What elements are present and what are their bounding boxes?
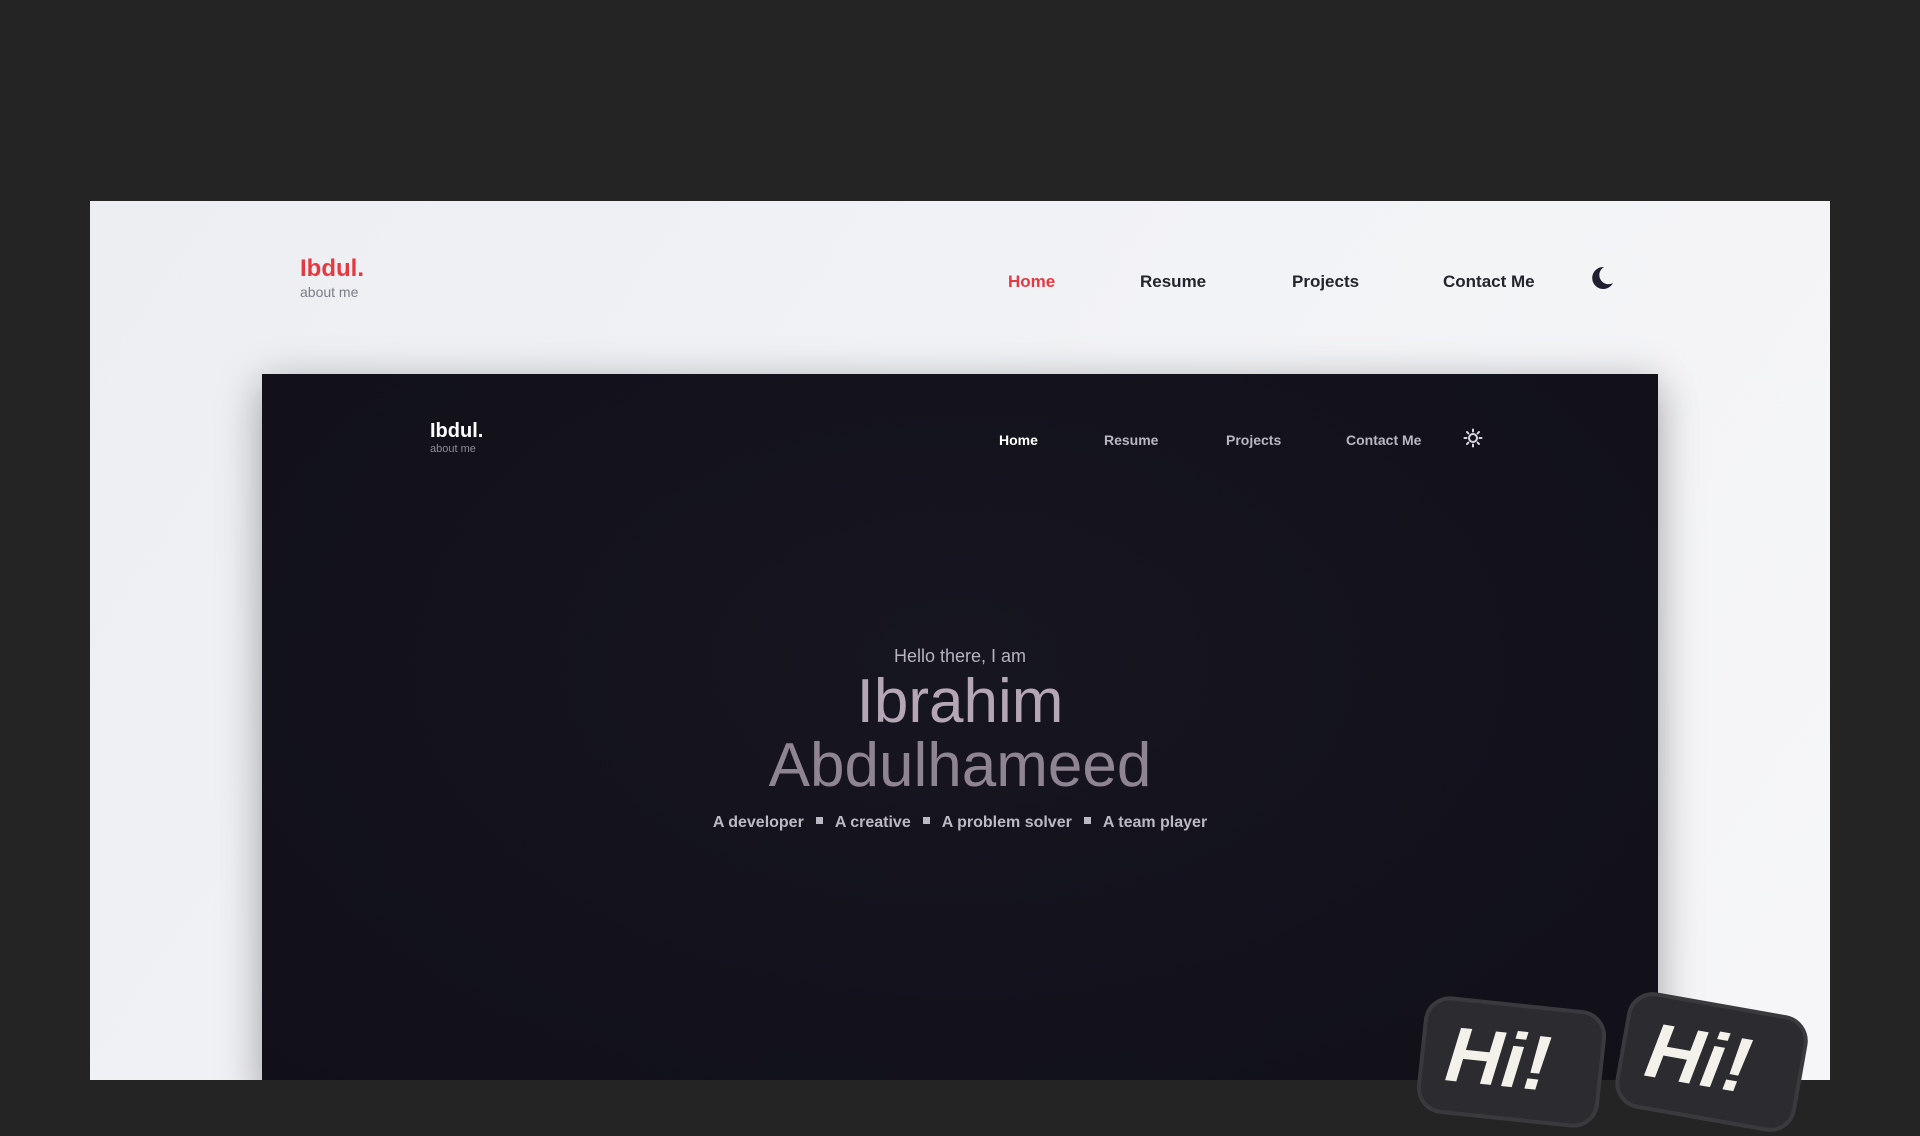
hi-sticker-text: Hi! bbox=[1639, 1005, 1758, 1111]
tag-developer: A developer bbox=[712, 814, 804, 831]
hero-first-name: Ibrahim bbox=[856, 667, 1064, 736]
tag-separator bbox=[815, 817, 823, 824]
hi-sticker-front: Hi! bbox=[1414, 993, 1609, 1131]
hero-last-name: Abdulhameed bbox=[768, 731, 1152, 800]
hero-tags: A developer A creative A problem solver A t… bbox=[262, 812, 1658, 834]
dark-logo-subtitle: about me bbox=[430, 443, 476, 455]
dark-logo[interactable]: Ibdul. about me bbox=[430, 420, 483, 456]
main-nav: Home Resume Projects Contact Me bbox=[90, 271, 1830, 295]
tag-creative: A creative bbox=[834, 814, 911, 831]
dark-nav-projects[interactable]: Projects bbox=[1226, 431, 1281, 449]
nav-contact-me[interactable]: Contact Me bbox=[1443, 271, 1535, 293]
tag-team-player: A team player bbox=[1102, 814, 1208, 831]
dark-logo-name: Ibdul. bbox=[430, 420, 484, 442]
hero: Hello there, I am Ibrahim Abdulhameed A … bbox=[262, 644, 1658, 834]
nav-projects[interactable]: Projects bbox=[1292, 271, 1359, 293]
tag-separator bbox=[1083, 817, 1091, 824]
nav-resume[interactable]: Resume bbox=[1140, 271, 1206, 293]
light-mode-page: Ibdul. about me Home Resume Projects Con… bbox=[90, 201, 1830, 1080]
dark-mode-preview: Ibdul. about me Home Resume Projects Con… bbox=[262, 374, 1658, 1080]
moon-icon[interactable] bbox=[1589, 265, 1615, 291]
dark-nav-home[interactable]: Home bbox=[999, 431, 1038, 449]
tag-problem-solver: A problem solver bbox=[941, 814, 1072, 831]
dark-nav-contact-me[interactable]: Contact Me bbox=[1346, 431, 1421, 449]
hi-sticker-text: Hi! bbox=[1441, 1009, 1555, 1108]
sun-icon[interactable] bbox=[1463, 428, 1483, 448]
hero-greeting: Hello there, I am bbox=[893, 646, 1027, 666]
dark-nav-resume[interactable]: Resume bbox=[1104, 431, 1158, 449]
nav-home[interactable]: Home bbox=[1008, 271, 1055, 293]
tag-separator bbox=[922, 817, 930, 824]
